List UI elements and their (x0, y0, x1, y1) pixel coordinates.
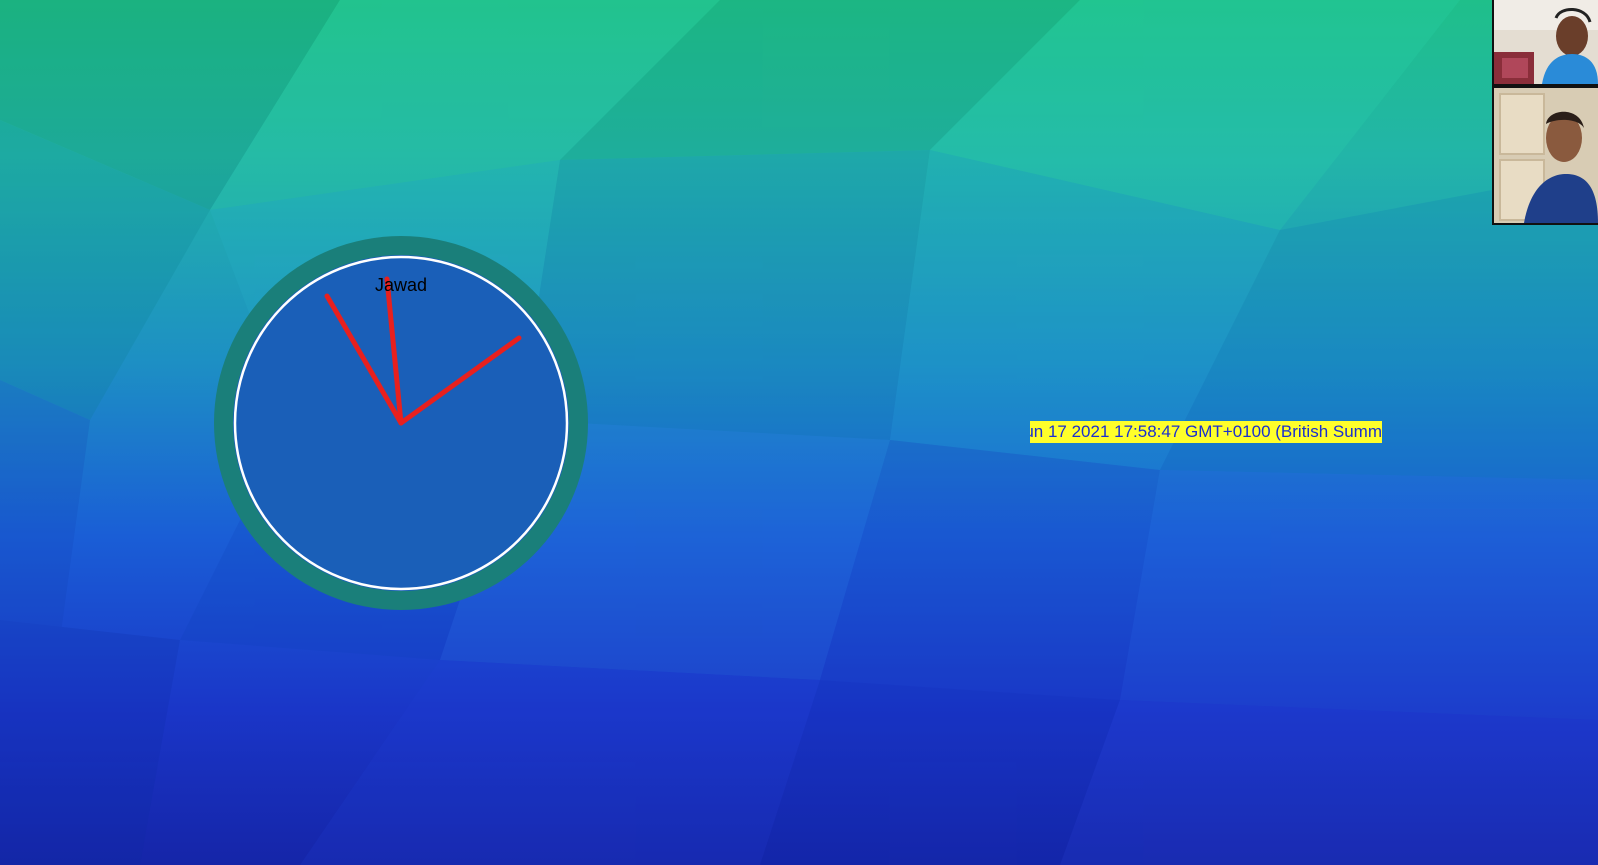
date-time-text: Thu Jun 17 2021 17:58:47 GMT+0100 (Briti… (1030, 422, 1382, 441)
clock-label: Jawad (374, 275, 428, 295)
analog-clock: Jawad (212, 234, 590, 612)
date-time-display: Thu Jun 17 2021 17:58:47 GMT+0100 (Briti… (1030, 421, 1382, 443)
participant-2-video (1494, 88, 1598, 223)
video-participants-panel (1492, 0, 1598, 225)
screen: Jawad Thu Jun 17 2021 17:58:47 GMT+0100 … (0, 0, 1598, 865)
video-tile-participant-2[interactable] (1494, 88, 1598, 223)
participant-1-video (1494, 0, 1598, 84)
video-tile-participant-1[interactable] (1494, 0, 1598, 84)
